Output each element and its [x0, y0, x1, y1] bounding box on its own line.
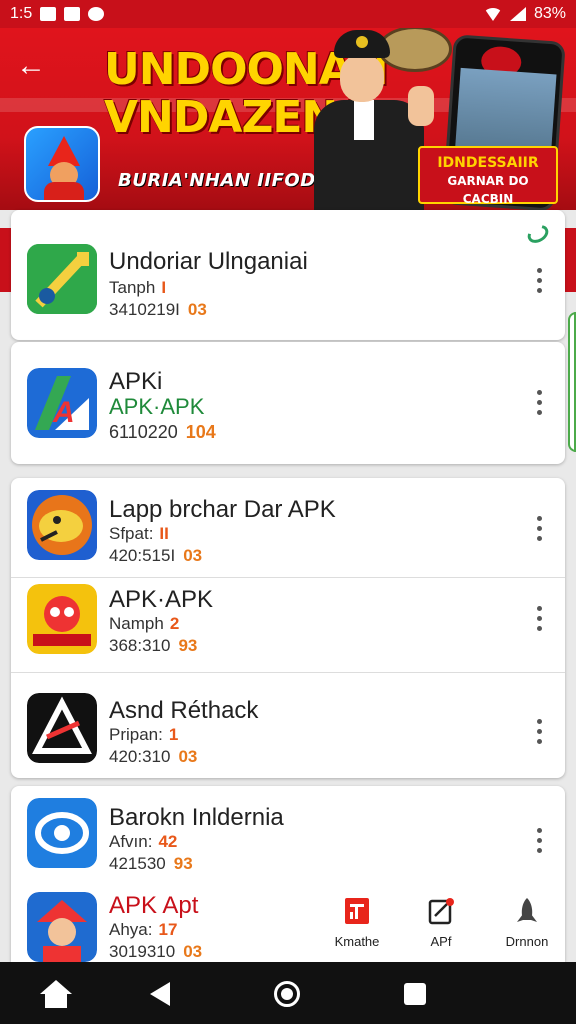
app-version-badge: 93 — [173, 854, 193, 873]
home-circle-icon[interactable] — [274, 981, 300, 1007]
tab-label: Drnnon — [505, 934, 549, 949]
app-card: A APKi APK·APK 6110220 104 — [11, 342, 565, 464]
recents-icon[interactable] — [404, 983, 426, 1005]
more-options-icon[interactable] — [535, 828, 543, 856]
app-icon — [27, 798, 97, 868]
app-icon — [27, 693, 97, 763]
app-title: APK·APK — [109, 586, 214, 613]
tab-label: APf — [430, 934, 452, 949]
more-options-icon[interactable] — [535, 516, 543, 544]
list-item[interactable]: APK Apt Ahya: 17 3019310 03 — [11, 886, 565, 962]
app-size: 420:515I — [109, 546, 176, 565]
app-rating-badge: 42 — [158, 832, 178, 851]
app-icon: A — [27, 368, 97, 438]
app-subtitle: APK·APK — [109, 394, 205, 419]
app-size: 421530 — [109, 854, 166, 873]
header-banner: ← UNDOONAN VNDAZENA BURIA'NHAN IIFODISIA… — [0, 28, 576, 210]
app-rating-badge: II — [159, 524, 169, 543]
app-developer: Tanph — [109, 278, 156, 297]
signal-icon — [509, 7, 526, 21]
tab-label: Kmathe — [334, 934, 380, 949]
app-rating-badge: 17 — [158, 920, 178, 939]
featured-app-icon[interactable] — [24, 126, 100, 202]
list-item[interactable]: A APKi APK·APK 6110220 104 — [11, 354, 565, 454]
app-card: Lapp brchar Dar APK Sfpat: II 420:515I 03 … — [11, 478, 565, 778]
battery-level: 83% — [533, 5, 566, 22]
app-developer: Pripan: — [109, 725, 163, 744]
app-card: Barokn Inldernia Afvın: 42 421530 93 APK A… — [11, 786, 565, 962]
app-title: APKi — [109, 368, 163, 395]
app-size: 368:310 — [109, 636, 171, 655]
more-options-icon[interactable] — [535, 268, 543, 296]
library-icon — [343, 896, 371, 926]
app-title: Asnd Réthack — [109, 697, 259, 724]
app-icon — [27, 244, 97, 314]
next-card-peek — [568, 312, 576, 452]
app-developer: Namph — [109, 614, 164, 633]
app-developer: Ahya: — [109, 920, 153, 939]
app-developer: Afvın: — [109, 832, 153, 851]
app-developer: Sfpat: — [109, 524, 154, 543]
list-item[interactable]: Barokn Inldernia Afvın: 42 421530 93 — [11, 786, 565, 886]
back-icon[interactable] — [150, 982, 170, 1006]
app-icon — [27, 892, 97, 962]
more-options-icon[interactable] — [535, 719, 543, 747]
app-card: Undoriar Ulnganiai Tanph I 3410219I 03 — [11, 210, 565, 340]
app-size: 420:310 — [109, 747, 171, 766]
app-version-badge: 03 — [178, 747, 198, 766]
app-title: Lapp brchar Dar APK — [109, 496, 336, 523]
app-version-badge: 03 — [187, 300, 207, 319]
tab-rocket[interactable]: Drnnon — [492, 896, 562, 962]
app-title: Undoriar Ulnganiai — [109, 248, 308, 275]
promo-line1: IDNDESSAIIR — [437, 155, 539, 171]
list-item[interactable]: Lapp brchar Dar APK Sfpat: II 420:515I 03 — [11, 478, 565, 578]
back-button[interactable]: ← — [16, 48, 56, 84]
app-icon — [27, 490, 97, 560]
promo-badge[interactable]: IDNDESSAIIR GARNAR DO CACBIN — [418, 146, 558, 206]
edit-icon — [427, 896, 455, 926]
promo-line2: GARNAR DO CACBIN — [447, 174, 529, 206]
svg-text:A: A — [52, 396, 75, 429]
app-size: 3019310 — [109, 942, 176, 961]
status-bar: 1:5 83% — [0, 0, 576, 28]
app-version-badge: 104 — [185, 422, 216, 442]
system-navigation-bar — [0, 962, 576, 1024]
home-icon[interactable] — [40, 980, 72, 1008]
more-options-icon[interactable] — [535, 390, 543, 418]
app-version-badge: 03 — [183, 942, 203, 961]
gallery-icon — [64, 7, 81, 21]
list-item[interactable]: Asnd Réthack Pripan: 1 420:310 03 — [11, 673, 565, 773]
rocket-icon — [513, 896, 541, 926]
list-item[interactable]: Undoriar Ulnganiai Tanph I 3410219I 03 — [11, 224, 565, 324]
list-item[interactable]: APK·APK Namph 2 368:310 93 — [11, 578, 565, 673]
wifi-icon — [483, 7, 502, 21]
compass-icon — [88, 7, 105, 21]
tab-library[interactable]: Kmathe — [322, 896, 392, 962]
app-rating-badge: 2 — [169, 614, 180, 633]
more-options-icon[interactable] — [535, 606, 543, 634]
app-rating-badge: I — [161, 278, 167, 297]
app-icon — [27, 584, 97, 654]
tab-apk[interactable]: APf — [406, 896, 476, 962]
app-version-badge: 03 — [183, 546, 203, 565]
app-size: 3410219I — [109, 300, 180, 319]
app-rating-badge: 1 — [168, 725, 179, 744]
app-size: 6110220 — [109, 422, 178, 442]
notification-icon — [40, 7, 57, 21]
app-version-badge: 93 — [178, 636, 198, 655]
app-title: Barokn Inldernia — [109, 804, 284, 831]
status-time: 1:5 — [10, 5, 33, 22]
app-title: APK Apt — [109, 892, 199, 919]
